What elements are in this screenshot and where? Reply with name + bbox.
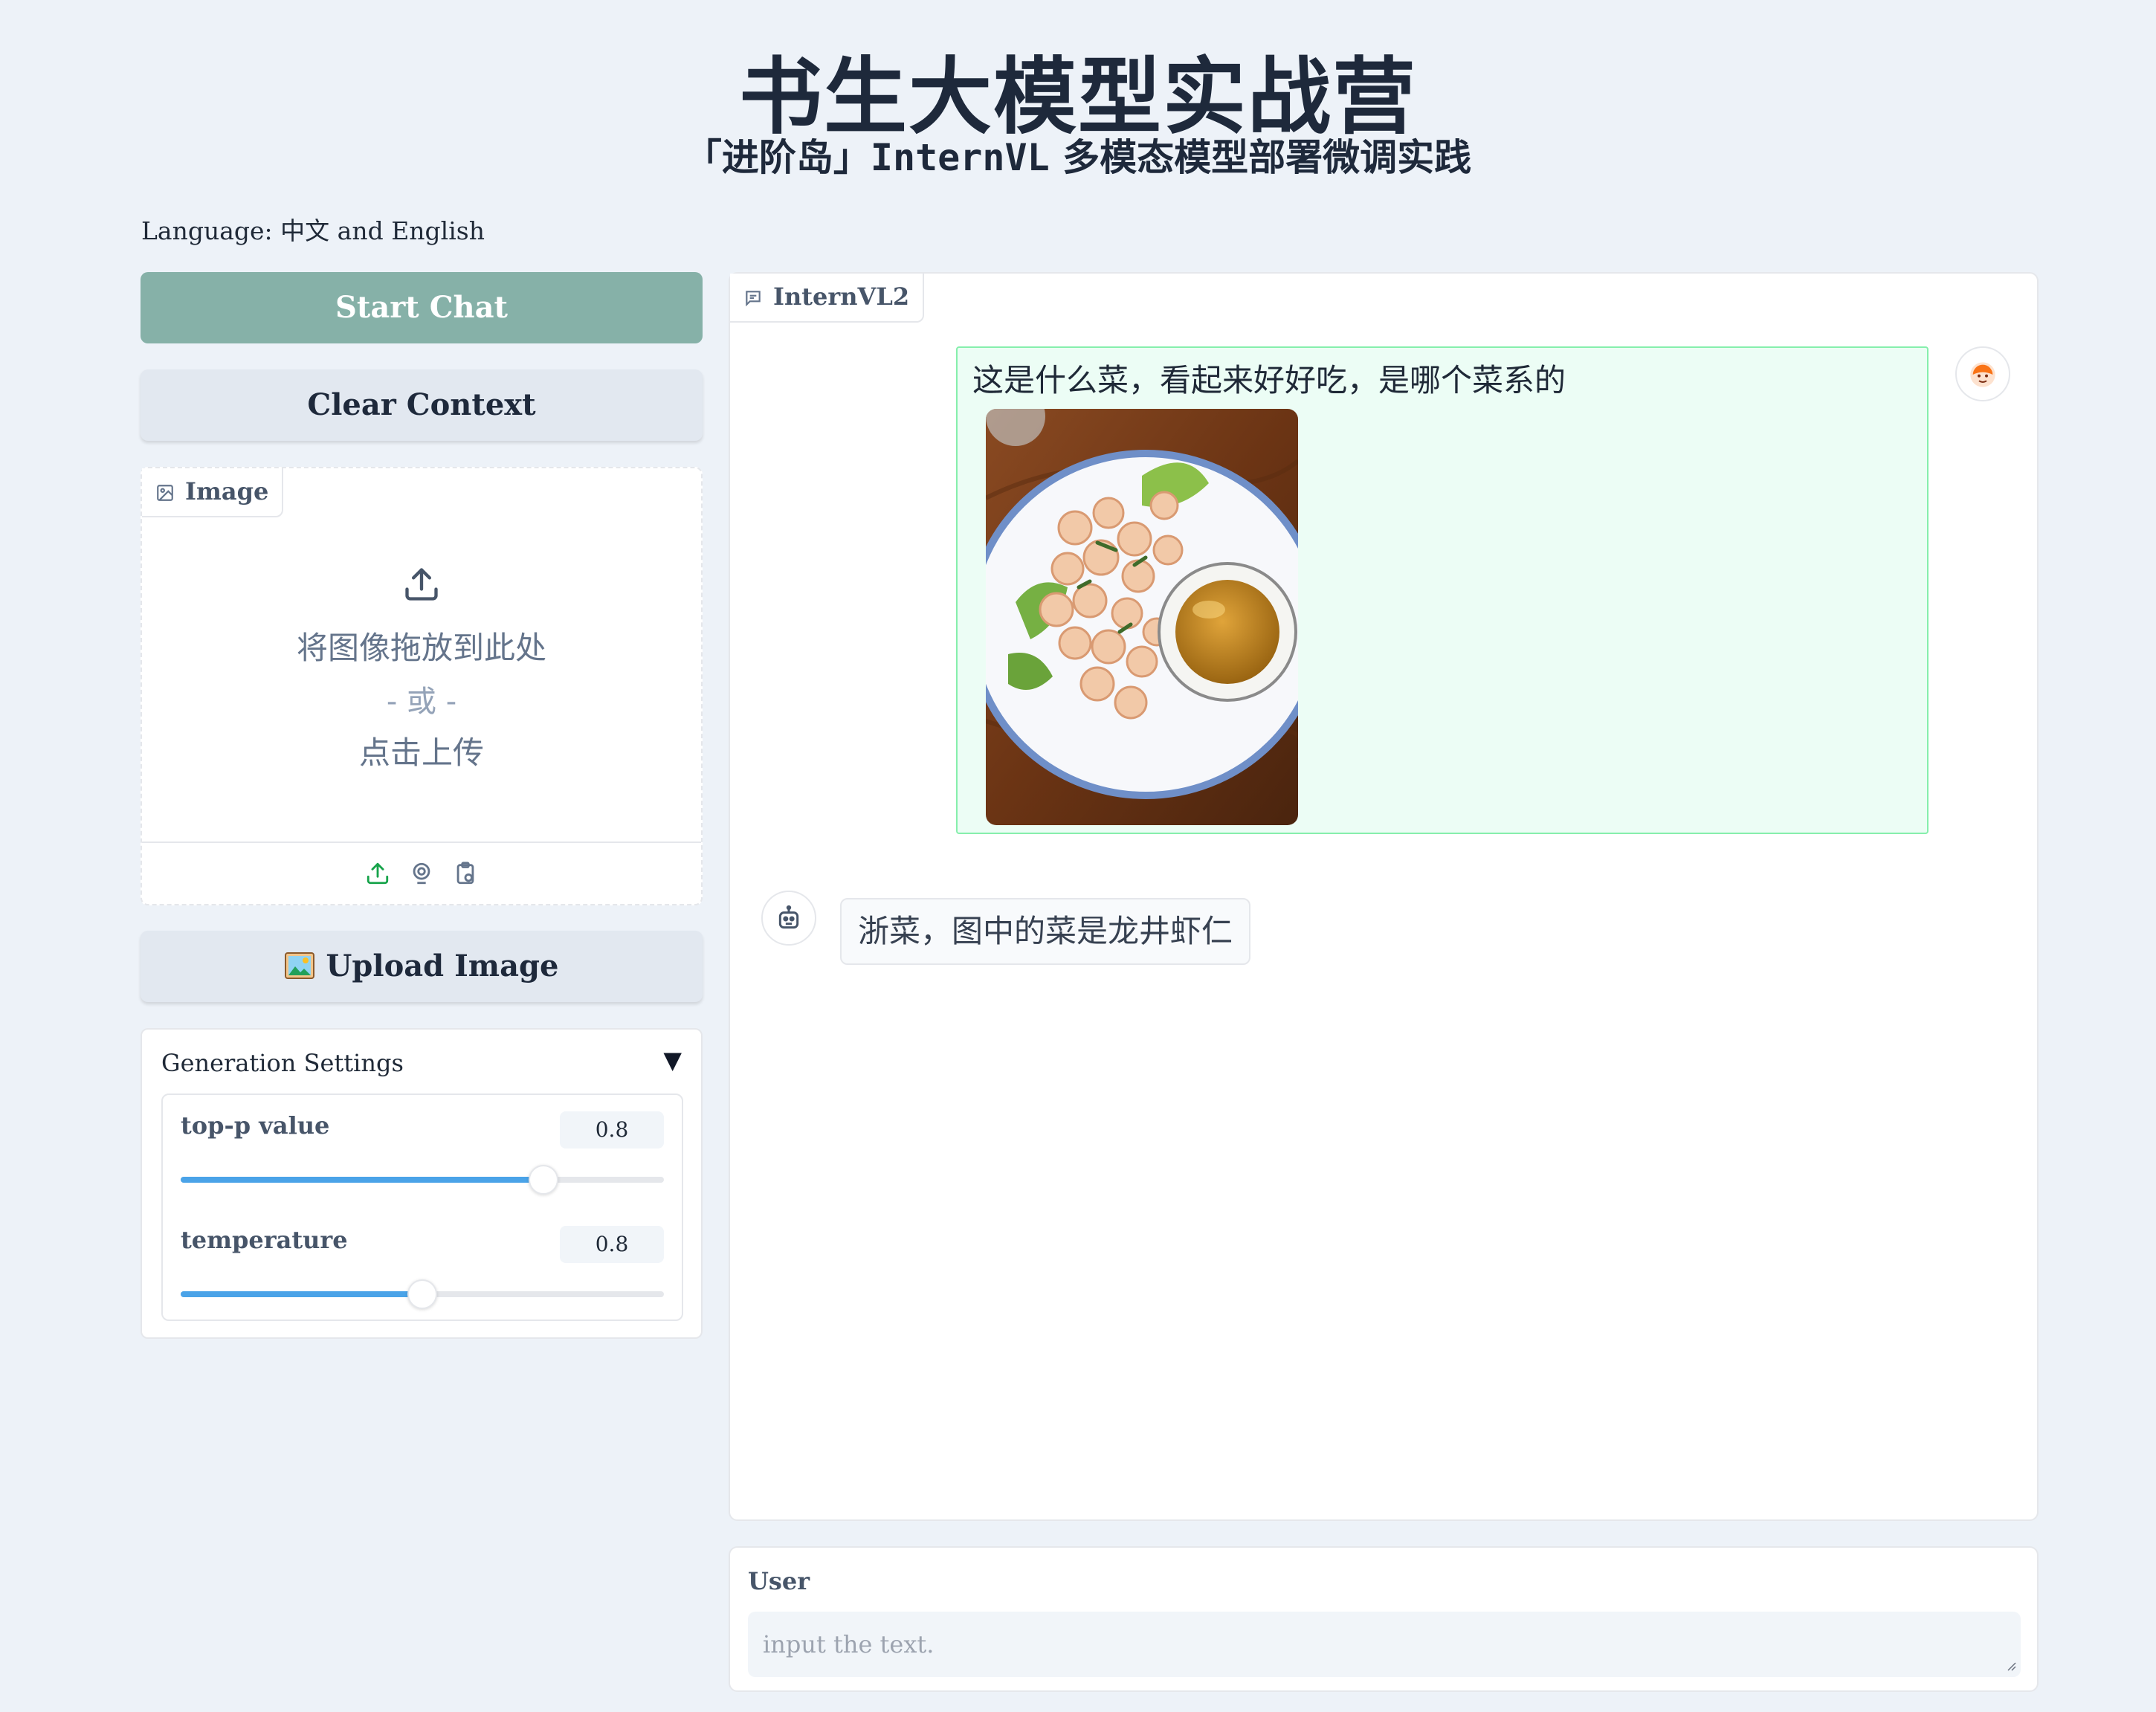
top-p-slider-fill bbox=[181, 1177, 543, 1183]
image-upload-panel[interactable]: Image 将图像拖放到此处 - 或 - 点击上传 bbox=[141, 467, 703, 905]
image-drop-zone[interactable]: 将图像拖放到此处 - 或 - 点击上传 bbox=[142, 565, 701, 773]
clipboard-icon[interactable] bbox=[453, 861, 478, 889]
chat-icon bbox=[746, 291, 761, 307]
generation-settings-title[interactable]: Generation Settings bbox=[161, 1049, 404, 1077]
upload-image-label: Upload Image bbox=[326, 949, 559, 983]
chatbot-panel[interactable]: InternVL2 这是什么菜，看起来好好吃，是哪个菜系的 浙菜，图中的菜是龙井… bbox=[729, 272, 2039, 1521]
generation-settings-panel: Generation Settings ▼ top-p value 0.8 te… bbox=[141, 1028, 703, 1339]
bot-message: 浙菜，图中的菜是龙井虾仁 bbox=[840, 898, 1251, 965]
subtitle-suffix: 多模态模型部署微调实践 bbox=[1049, 136, 1472, 179]
top-p-label: top-p value bbox=[181, 1111, 330, 1140]
temperature-slider-fill bbox=[181, 1291, 422, 1297]
start-chat-button[interactable]: Start Chat bbox=[141, 272, 703, 343]
chatbot-label-text: InternVL2 bbox=[773, 282, 910, 311]
image-panel-label: Image bbox=[142, 468, 284, 517]
language-note: Language: 中文 and English bbox=[141, 216, 485, 245]
resize-handle-icon[interactable] bbox=[2004, 1659, 2016, 1671]
click-upload-text: 点击上传 bbox=[358, 734, 484, 771]
temperature-value-input[interactable]: 0.8 bbox=[560, 1226, 664, 1263]
temperature-slider[interactable] bbox=[181, 1279, 664, 1309]
slider-group: top-p value 0.8 temperature 0.8 bbox=[161, 1094, 683, 1321]
subtitle-model-name: InternVL bbox=[870, 136, 1050, 179]
top-p-slider-thumb[interactable] bbox=[528, 1165, 558, 1195]
or-text: - 或 - bbox=[386, 685, 457, 719]
user-avatar-icon bbox=[1955, 346, 2010, 401]
upload-image-button[interactable]: Upload Image bbox=[141, 931, 703, 1002]
temperature-label: temperature bbox=[181, 1226, 348, 1254]
user-input-panel: User bbox=[729, 1546, 2039, 1692]
user-message: 这是什么菜，看起来好好吃，是哪个菜系的 bbox=[956, 346, 1929, 834]
top-p-value-input[interactable]: 0.8 bbox=[560, 1111, 664, 1149]
temperature-slider-thumb[interactable] bbox=[407, 1279, 437, 1309]
chatbot-label: InternVL2 bbox=[730, 274, 925, 323]
picture-emoji-icon bbox=[284, 952, 314, 979]
subtitle-prefix: 「进阶岛」 bbox=[684, 136, 871, 179]
clear-context-button[interactable]: Clear Context bbox=[141, 369, 703, 441]
image-label-text: Image bbox=[185, 477, 269, 505]
page-subtitle: 「进阶岛」InternVL 多模态模型部署微调实践 bbox=[0, 128, 2156, 181]
image-source-toolbar bbox=[142, 842, 701, 904]
collapse-toggle-icon[interactable]: ▼ bbox=[663, 1046, 682, 1074]
image-icon bbox=[157, 485, 173, 501]
upload-icon bbox=[405, 568, 438, 601]
user-input-label: User bbox=[748, 1567, 810, 1595]
top-p-slider[interactable] bbox=[181, 1165, 664, 1195]
user-uploaded-image[interactable] bbox=[986, 409, 1298, 825]
user-message-text: 这是什么菜，看起来好好吃，是哪个菜系的 bbox=[972, 362, 1566, 398]
bot-avatar-icon bbox=[761, 891, 816, 946]
upload-icon[interactable] bbox=[365, 861, 390, 889]
webcam-icon[interactable] bbox=[409, 861, 434, 889]
user-text-input[interactable] bbox=[748, 1612, 2021, 1677]
drop-text: 将图像拖放到此处 bbox=[296, 630, 546, 666]
